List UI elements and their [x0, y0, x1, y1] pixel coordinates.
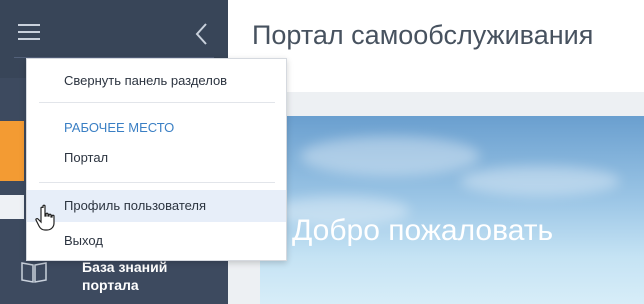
book-icon — [21, 262, 47, 283]
sidebar-item-marker — [0, 195, 24, 219]
sidebar-active-indicator — [0, 121, 24, 181]
user-profile-item[interactable]: Профиль пользователя — [27, 190, 286, 222]
sidebar-item-knowledge-base[interactable]: База знаний портала — [82, 258, 202, 294]
collapse-panel-item[interactable]: Свернуть панель разделов — [27, 65, 286, 97]
page-title: Портал самообслуживания — [252, 20, 594, 50]
portal-item[interactable]: Портал — [27, 142, 286, 174]
hand-cursor-icon — [35, 204, 55, 231]
chevron-left-icon[interactable] — [192, 22, 212, 46]
welcome-text: Добро пожаловать — [292, 214, 554, 247]
hamburger-icon[interactable] — [18, 24, 40, 42]
welcome-banner — [260, 116, 644, 304]
workplace-header: РАБОЧЕЕ МЕСТО — [64, 120, 175, 135]
menu-separator — [39, 102, 275, 103]
exit-item[interactable]: Выход — [27, 225, 286, 257]
menu-separator — [39, 182, 275, 183]
sidebar-menu-dropdown: Свернуть панель разделов РАБОЧЕЕ МЕСТО П… — [26, 58, 287, 261]
